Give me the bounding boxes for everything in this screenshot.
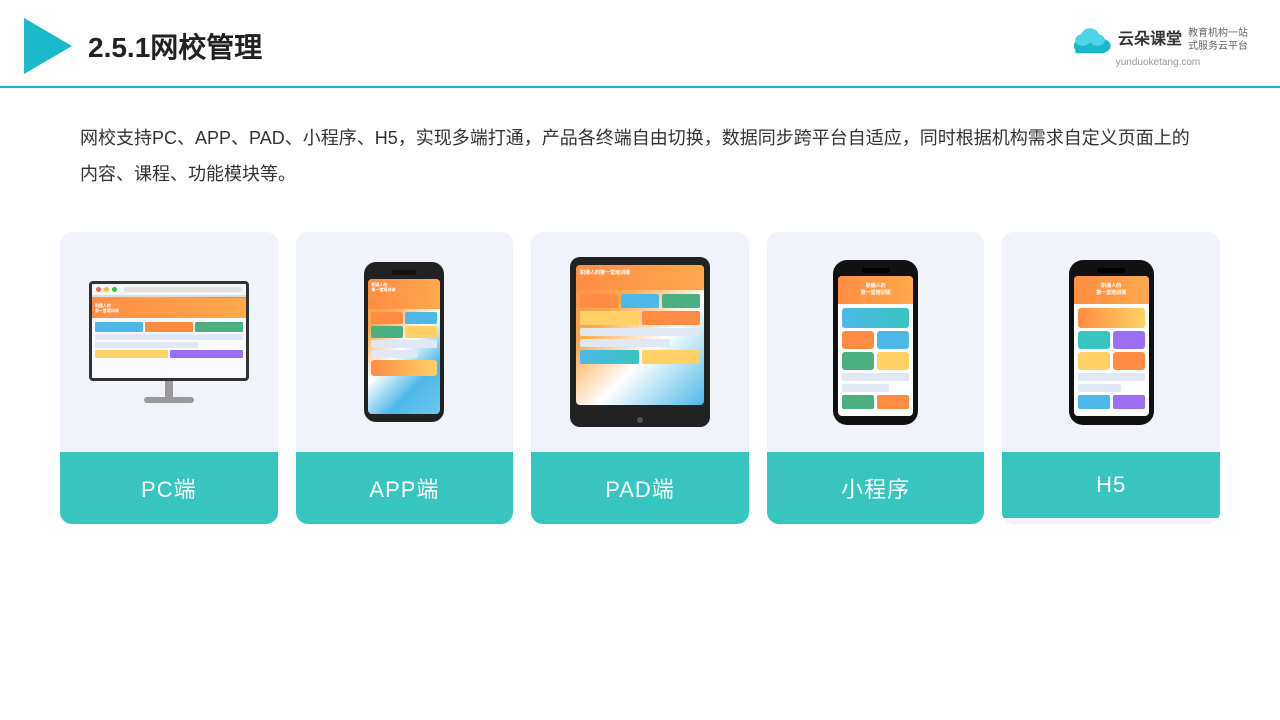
brand-logo: 云朵课堂 教育机构一站 式服务云平台	[1068, 25, 1248, 55]
tablet-button	[637, 417, 643, 423]
page-title: 2.5.1网校管理	[88, 26, 262, 66]
card-pc-image: 职通人的第一堂培训课	[60, 232, 278, 452]
card-miniprogram: 职通人的第一堂培训课	[767, 232, 985, 524]
card-pad: 职通人的第一堂培训课	[531, 232, 749, 524]
description-text: 网校支持PC、APP、PAD、小程序、H5，实现多端打通，产品各终端自由切换，数…	[0, 88, 1280, 212]
brand-tagline: 教育机构一站 式服务云平台	[1188, 27, 1248, 53]
card-miniprogram-image: 职通人的第一堂培训课	[767, 232, 985, 452]
mini-phone-screen-1: 职通人的第一堂培训课	[838, 276, 913, 416]
card-h5: 职通人的第一堂培训课	[1002, 232, 1220, 524]
brand-url: yunduoketang.com	[1116, 57, 1201, 68]
cloud-icon	[1068, 25, 1112, 55]
card-app-image: 职通人的第一堂培训课	[296, 232, 514, 452]
header: 2.5.1网校管理 云朵课堂 教育机构一站 式服务云平台 yunduoketan…	[0, 0, 1280, 88]
card-app-label: APP端	[296, 452, 514, 524]
pc-monitor-icon: 职通人的第一堂培训课	[79, 281, 259, 403]
card-h5-image: 职通人的第一堂培训课	[1002, 232, 1220, 452]
mini-phone-icon-1: 职通人的第一堂培训课	[833, 260, 918, 425]
mini-phone-screen-2: 职通人的第一堂培训课	[1074, 276, 1149, 416]
cards-container: 职通人的第一堂培训课	[0, 212, 1280, 554]
logo-triangle-icon	[24, 18, 72, 74]
card-pc-label: PC端	[60, 452, 278, 524]
card-h5-label: H5	[1002, 452, 1220, 518]
mini-phone-notch-1	[862, 268, 890, 273]
brand-name-cn: 云朵课堂	[1118, 30, 1182, 49]
card-app: 职通人的第一堂培训课	[296, 232, 514, 524]
card-pc: 职通人的第一堂培训课	[60, 232, 278, 524]
tablet-mockup-icon: 职通人的第一堂培训课	[570, 257, 710, 427]
phone-notch	[392, 270, 416, 275]
header-left: 2.5.1网校管理	[24, 18, 262, 74]
header-right: 云朵课堂 教育机构一站 式服务云平台 yunduoketang.com	[1068, 25, 1248, 68]
phone-mockup-icon: 职通人的第一堂培训课	[364, 262, 444, 422]
card-miniprogram-label: 小程序	[767, 452, 985, 524]
phone-screen: 职通人的第一堂培训课	[368, 279, 440, 414]
tablet-screen: 职通人的第一堂培训课	[576, 265, 704, 405]
card-pad-image: 职通人的第一堂培训课	[531, 232, 749, 452]
mini-phone-notch-2	[1097, 268, 1125, 273]
card-pad-label: PAD端	[531, 452, 749, 524]
mini-phone-icon-2: 职通人的第一堂培训课	[1069, 260, 1154, 425]
